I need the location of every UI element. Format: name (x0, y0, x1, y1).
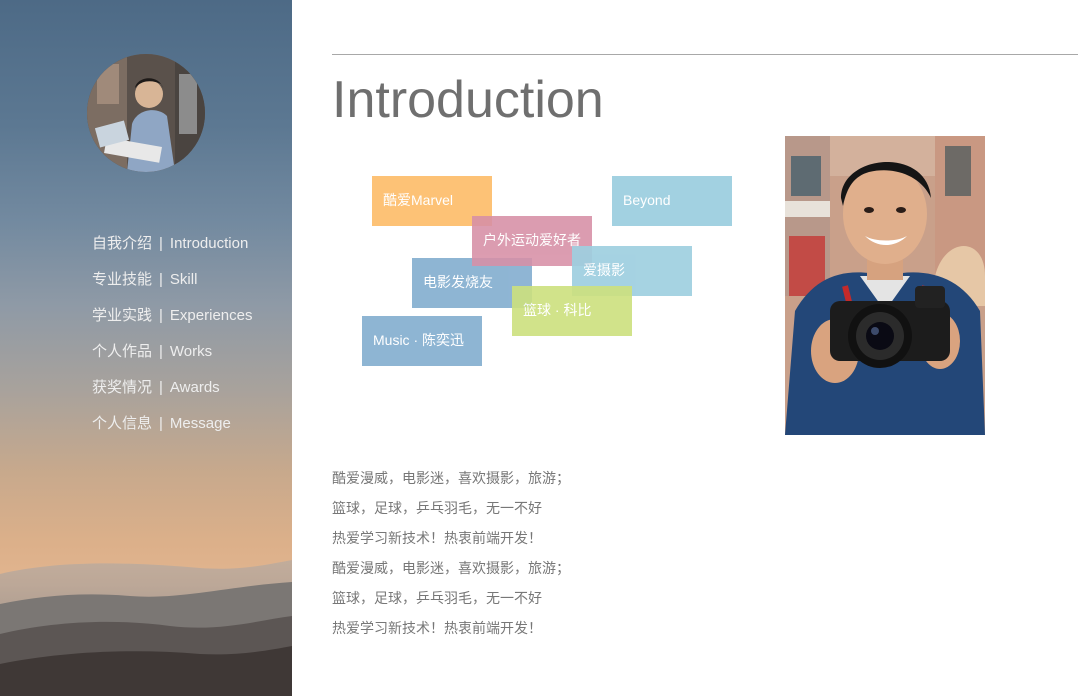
avatar[interactable] (87, 54, 205, 172)
nav-separator: | (159, 379, 163, 396)
nav-item-message[interactable]: 个人信息 | Message (92, 412, 252, 448)
nav-item-cn: 获奖情况 (92, 379, 153, 396)
bio-line: 篮球，足球，乒乓羽毛，无一不好 (332, 590, 542, 606)
nav-item-skill[interactable]: 专业技能 | Skill (92, 268, 252, 304)
bio-line: 酷爱漫威，电影迷，喜欢摄影，旅游； (332, 560, 570, 576)
bio-line: 热爱学习新技术！热衷前端开发！ (332, 530, 542, 546)
nav-item-cn: 个人信息 (92, 415, 153, 432)
nav-separator: | (159, 307, 163, 324)
nav-item-cn: 个人作品 (92, 343, 153, 360)
portrait-photo (785, 136, 985, 435)
page: 自我介绍 | Introduction 专业技能 | Skill 学业实践 | Experi… (0, 0, 1078, 696)
nav-item-en: Message (169, 415, 231, 432)
nav-item-en: Introduction (169, 235, 249, 252)
sidebar-nav: 自我介绍 | Introduction 专业技能 | Skill 学业实践 | Experi… (92, 232, 252, 448)
bio-line: 酷爱漫威，电影迷，喜欢摄影，旅游； (332, 470, 570, 486)
page-title: Introduction (332, 71, 604, 129)
nav-item-en: Experiences (169, 307, 253, 324)
nav-separator: | (159, 343, 163, 360)
tag-music: Music · 陈奕迅 (362, 316, 482, 366)
nav-separator: | (159, 415, 163, 432)
bio-line: 热爱学习新技术！热衷前端开发！ (332, 620, 542, 636)
nav-item-en: Awards (169, 379, 220, 396)
nav-item-awards[interactable]: 获奖情况 | Awards (92, 376, 252, 412)
landscape-hills-graphic (0, 560, 292, 696)
nav-item-cn: 自我介绍 (92, 235, 153, 252)
nav-item-experiences[interactable]: 学业实践 | Experiences (92, 304, 252, 340)
nav-item-works[interactable]: 个人作品 | Works (92, 340, 252, 376)
title-divider (332, 54, 1078, 55)
nav-separator: | (159, 235, 163, 252)
tag-basketball: 篮球 · 科比 (512, 286, 632, 336)
avatar-image (87, 54, 205, 172)
nav-item-cn: 专业技能 (92, 271, 153, 288)
nav-item-en: Skill (169, 271, 198, 288)
bio-line: 篮球，足球，乒乓羽毛，无一不好 (332, 500, 542, 516)
nav-item-en: Works (169, 343, 213, 360)
nav-item-cn: 学业实践 (92, 307, 153, 324)
nav-separator: | (159, 271, 163, 288)
portrait-image (785, 136, 985, 435)
nav-item-introduction[interactable]: 自我介绍 | Introduction (92, 232, 252, 268)
tag-beyond: Beyond (612, 176, 732, 226)
bio-text: 酷爱漫威，电影迷，喜欢摄影，旅游； 篮球，足球，乒乓羽毛，无一不好 热爱学习新技… (332, 468, 570, 648)
sidebar: 自我介绍 | Introduction 专业技能 | Skill 学业实践 | Experi… (0, 0, 292, 696)
